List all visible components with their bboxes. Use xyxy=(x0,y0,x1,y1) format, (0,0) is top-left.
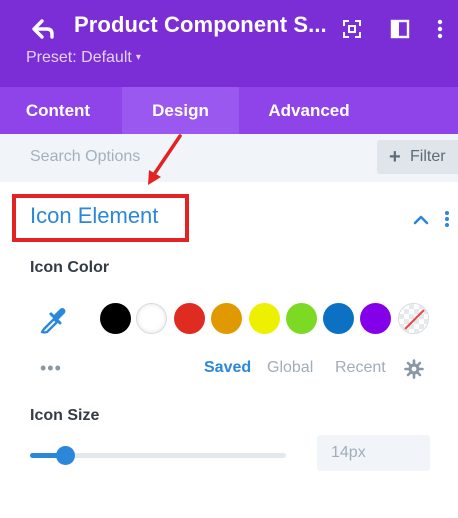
preset-selector[interactable]: Preset: Default ▾ xyxy=(26,49,141,67)
chevron-up-icon[interactable] xyxy=(410,208,432,230)
settings-tabs: Content Design Advanced xyxy=(0,87,458,134)
icon-size-label: Icon Size xyxy=(30,407,100,424)
swatch-orange[interactable] xyxy=(211,303,242,334)
preset-label: Preset: Default xyxy=(26,49,132,66)
eyedropper-icon[interactable] xyxy=(38,305,68,335)
tab-design[interactable]: Design xyxy=(122,87,239,134)
layout-icon[interactable] xyxy=(389,18,411,40)
palette-tab-global[interactable]: Global xyxy=(267,359,313,377)
tab-content[interactable]: Content xyxy=(0,87,116,134)
tab-advanced[interactable]: Advanced xyxy=(239,87,379,134)
swatch-black[interactable] xyxy=(100,303,131,334)
swatch-yellow[interactable] xyxy=(249,303,280,334)
caret-down-icon: ▾ xyxy=(135,52,141,63)
search-bar: Search Options + Filter xyxy=(0,134,458,182)
section-title[interactable]: Icon Element xyxy=(30,203,158,229)
modal-header: Product Component S... Preset: Default ▾ xyxy=(0,0,458,87)
filter-label: Filter xyxy=(410,148,446,165)
icon-color-label: Icon Color xyxy=(30,259,110,276)
filter-button[interactable]: + Filter xyxy=(377,140,458,174)
palette-tab-recent[interactable]: Recent xyxy=(335,359,386,377)
icon-size-slider-thumb[interactable] xyxy=(56,446,76,465)
swatch-none[interactable] xyxy=(398,303,429,334)
search-options-input[interactable]: Search Options xyxy=(30,148,140,166)
palette-tab-saved[interactable]: Saved xyxy=(204,359,251,377)
kebab-menu-icon[interactable] xyxy=(430,18,450,40)
more-colors-icon[interactable]: ••• xyxy=(40,358,62,379)
section-kebab-icon[interactable] xyxy=(441,208,453,230)
gear-icon[interactable] xyxy=(404,359,424,379)
plus-icon: + xyxy=(389,146,401,168)
no-color-icon xyxy=(399,304,428,333)
icon-size-input[interactable] xyxy=(317,435,430,471)
modal-title: Product Component S... xyxy=(74,12,327,37)
expand-icon[interactable] xyxy=(341,18,363,40)
swatch-green[interactable] xyxy=(286,303,317,334)
swatch-blue[interactable] xyxy=(323,303,354,334)
swatch-white[interactable] xyxy=(136,303,167,334)
swatch-red[interactable] xyxy=(174,303,205,334)
back-arrow-icon[interactable] xyxy=(28,14,58,44)
swatch-purple[interactable] xyxy=(360,303,391,334)
